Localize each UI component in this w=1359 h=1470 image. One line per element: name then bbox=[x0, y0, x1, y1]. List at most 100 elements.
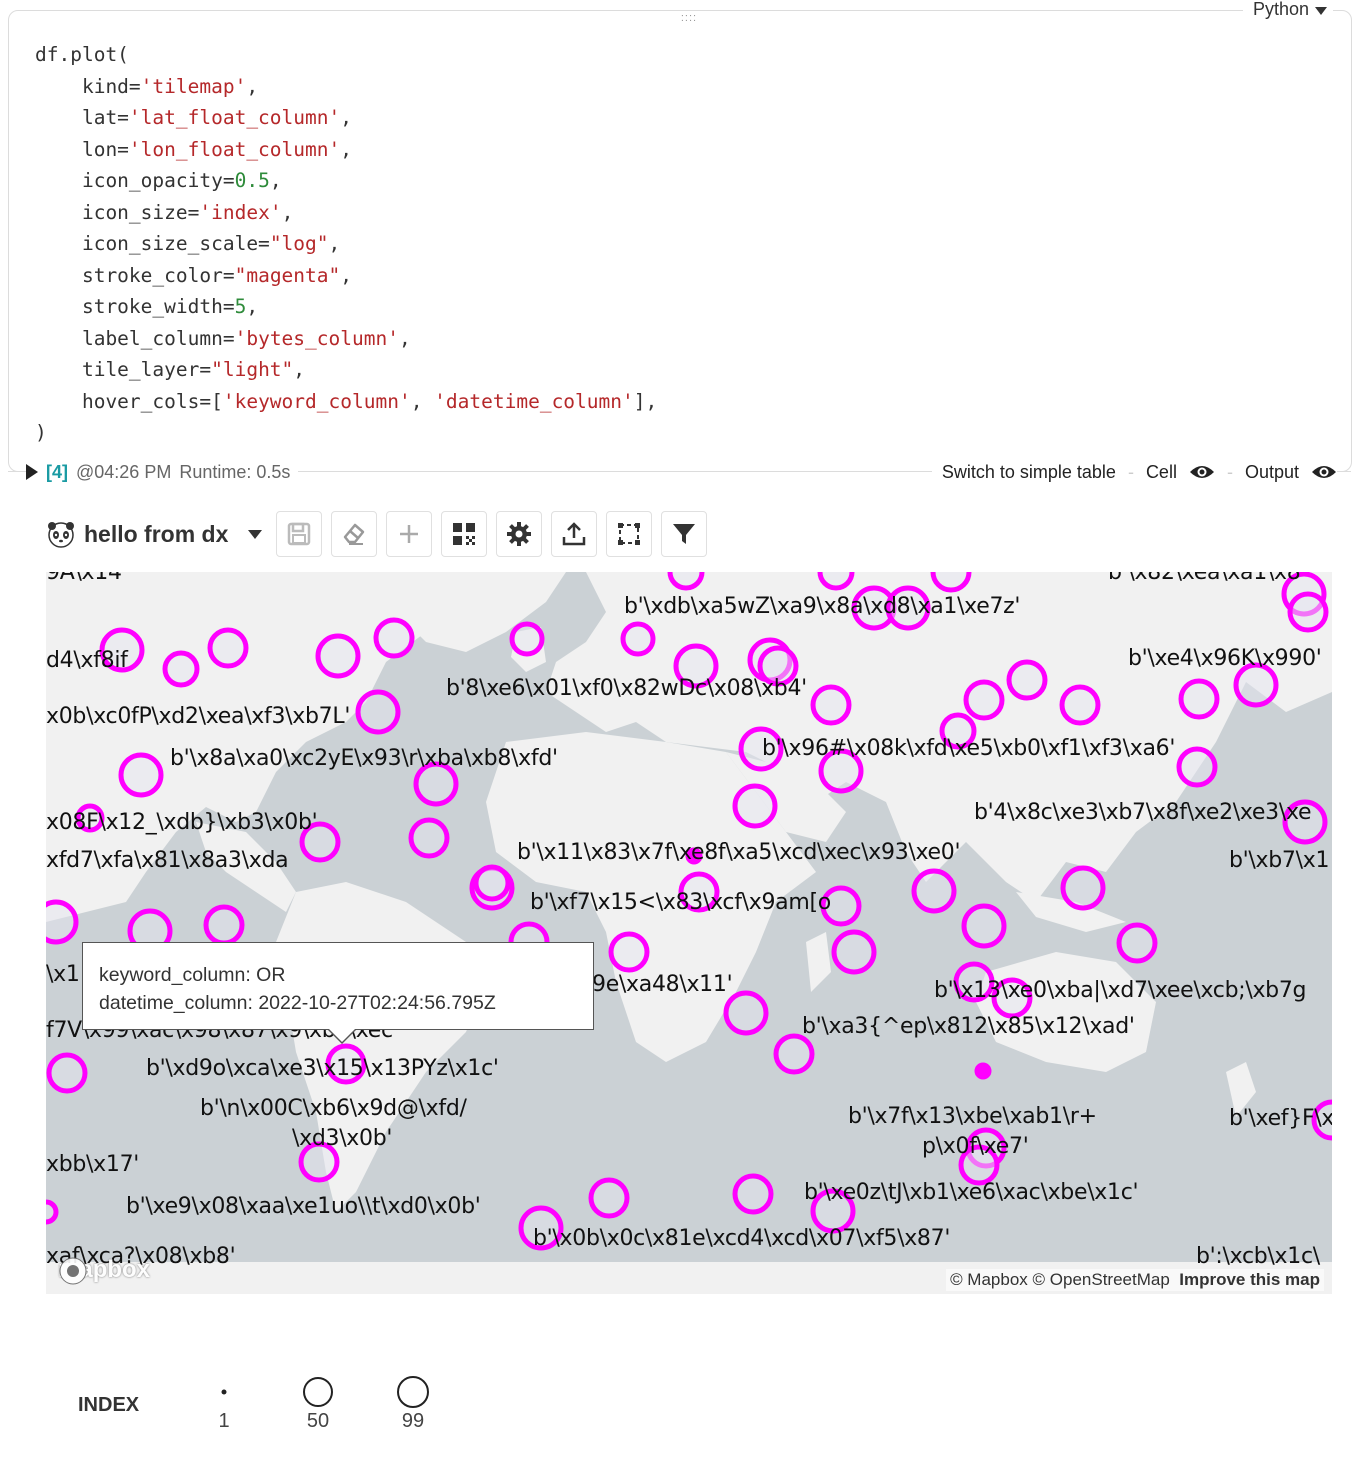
map-label: b'\x13\xe0\xba|\xd7\xee\xcb;\xb7g bbox=[934, 978, 1307, 1003]
run-icon[interactable] bbox=[26, 464, 38, 480]
dataset-selector[interactable]: hello from dx bbox=[46, 519, 263, 549]
layout-button[interactable] bbox=[441, 511, 488, 557]
map-marker[interactable] bbox=[817, 572, 855, 591]
code-line: label_column='bytes_column', bbox=[35, 326, 411, 350]
save-button[interactable] bbox=[276, 511, 323, 557]
mapbox-logo[interactable]: mapbox bbox=[58, 1256, 150, 1285]
map-label: b'\x7f\x13\xbe\xab1\r+ bbox=[848, 1104, 1097, 1129]
legend-dot-icon bbox=[221, 1389, 227, 1395]
map-marker[interactable] bbox=[46, 1052, 88, 1094]
map-marker[interactable] bbox=[588, 1177, 630, 1219]
map-marker[interactable] bbox=[473, 864, 511, 902]
map-marker[interactable] bbox=[961, 903, 1007, 949]
map-label: b'\x82\xea\xa1\x8 bbox=[1108, 572, 1301, 585]
gear-icon bbox=[507, 522, 532, 546]
map-label: b'8\xe6\x01\xf0\x82wDc\x08\xb4' bbox=[446, 676, 807, 701]
tooltip-datetime: datetime_column: 2022-10-27T02:24:56.795… bbox=[99, 992, 496, 1014]
map-marker[interactable] bbox=[355, 689, 401, 735]
map-label: 9e\xa48\x11' bbox=[592, 972, 733, 997]
selection-button[interactable] bbox=[606, 511, 653, 557]
map-marker[interactable] bbox=[207, 627, 249, 669]
code-line: kind='tilemap', bbox=[35, 74, 259, 98]
export-button[interactable] bbox=[551, 511, 598, 557]
map-label: xbb\x17' bbox=[46, 1152, 140, 1177]
cell-visibility-label: Cell bbox=[1145, 461, 1177, 482]
code-line: tile_layer="light", bbox=[35, 358, 306, 381]
code-line: df.plot( bbox=[35, 43, 129, 66]
map-label: b'\x8a\xa0\xc2yE\x93\r\xba\xb8\xfd' bbox=[170, 746, 558, 771]
map-label: b'\xef}F\x bbox=[1229, 1106, 1332, 1131]
map-marker[interactable] bbox=[509, 621, 545, 657]
map-marker[interactable] bbox=[974, 1062, 992, 1080]
code-editor[interactable]: df.plot( kind='tilemap', lat='lat_float_… bbox=[35, 39, 657, 449]
map-marker[interactable] bbox=[1006, 659, 1048, 701]
map-marker[interactable] bbox=[723, 990, 769, 1036]
chevron-down-icon bbox=[1315, 6, 1327, 15]
code-line: lat='lat_float_column', bbox=[35, 106, 352, 129]
map-marker[interactable] bbox=[732, 783, 778, 829]
map-marker[interactable] bbox=[963, 679, 1005, 721]
map-marker[interactable] bbox=[118, 752, 164, 798]
execution-count: [4] bbox=[46, 461, 68, 482]
settings-button[interactable] bbox=[496, 511, 543, 557]
legend-title: INDEX bbox=[78, 1394, 140, 1416]
map-marker[interactable] bbox=[1178, 678, 1220, 720]
language-selector[interactable]: Python bbox=[1242, 0, 1333, 20]
save-icon bbox=[288, 522, 311, 546]
filter-button[interactable] bbox=[661, 511, 708, 557]
map-marker[interactable] bbox=[732, 1173, 774, 1215]
dx-toolbar: hello from dx bbox=[46, 509, 716, 559]
code-line: ) bbox=[35, 421, 47, 444]
map-marker[interactable] bbox=[46, 1199, 59, 1225]
map-marker[interactable] bbox=[911, 868, 957, 914]
code-cell[interactable]: :::: Python df.plot( kind='tilemap', lat… bbox=[8, 0, 1352, 472]
map-marker[interactable] bbox=[46, 899, 79, 945]
map-marker[interactable] bbox=[667, 572, 705, 591]
tilemap[interactable]: 9A\x14 b'\x82\xea\xa1\x8 b'\xdb\xa5wZ\xa9\… bbox=[46, 572, 1332, 1294]
drag-handle-icon[interactable]: :::: bbox=[677, 13, 701, 27]
map-label: b'\xe4\x96K\x990' bbox=[1128, 646, 1322, 671]
map-marker[interactable] bbox=[1059, 684, 1101, 726]
map-marker[interactable] bbox=[373, 617, 415, 659]
code-line: lon='lon_float_column', bbox=[35, 137, 352, 161]
runtime-label: Runtime: 0.5s bbox=[179, 461, 291, 482]
map-label: 9A\x14 bbox=[46, 572, 122, 585]
map-marker[interactable] bbox=[1176, 746, 1218, 788]
map-label: b'\xb7\x1 bbox=[1229, 848, 1330, 873]
map-marker[interactable] bbox=[203, 904, 245, 946]
map-marker[interactable] bbox=[608, 931, 650, 973]
switch-to-simple-table-link[interactable]: Switch to simple table bbox=[942, 462, 1116, 483]
map-label: b'\n\x00C\xb6\x9d@\xfd/ bbox=[200, 1096, 467, 1121]
legend-circle-icon bbox=[303, 1377, 333, 1407]
map-marker[interactable] bbox=[1233, 662, 1279, 708]
size-legend: INDEX 1 50 99 bbox=[78, 1372, 478, 1442]
improve-map-link[interactable]: Improve this map bbox=[1179, 1270, 1320, 1289]
map-label: x0b\xc0fP\xd2\xea\xf3\xb7L' bbox=[46, 704, 351, 729]
map-marker[interactable] bbox=[315, 633, 361, 679]
map-marker[interactable] bbox=[408, 817, 450, 859]
cell-status-bar: [4] @04:26 PM Runtime: 0.5s Switch to si… bbox=[0, 458, 1359, 486]
dataset-title: hello from dx bbox=[84, 520, 229, 547]
add-button[interactable] bbox=[386, 511, 433, 557]
clear-button[interactable] bbox=[331, 511, 378, 557]
upload-icon bbox=[563, 522, 586, 546]
map-label: \xd3\x0b' bbox=[292, 1126, 393, 1151]
map-marker[interactable] bbox=[1287, 591, 1329, 633]
cell-eye-icon[interactable] bbox=[1189, 464, 1215, 480]
map-label: p\x0f\xe7' bbox=[922, 1134, 1029, 1159]
map-marker[interactable] bbox=[930, 572, 972, 593]
map-marker[interactable] bbox=[162, 650, 200, 688]
map-marker[interactable] bbox=[831, 929, 877, 975]
legend-item-large: 99 bbox=[383, 1372, 443, 1432]
tooltip-keyword: keyword_column: OR bbox=[99, 964, 286, 986]
map-label: b'\xd9o\xca\xe3\x15\x13PYz\x1c' bbox=[146, 1056, 499, 1081]
map-marker[interactable] bbox=[1060, 865, 1106, 911]
map-marker[interactable] bbox=[1116, 922, 1158, 964]
map-marker[interactable] bbox=[810, 684, 852, 726]
map-marker[interactable] bbox=[620, 621, 656, 657]
attribution-text[interactable]: © Mapbox © OpenStreetMap bbox=[950, 1270, 1170, 1289]
output-eye-icon[interactable] bbox=[1311, 464, 1337, 480]
code-line: icon_size='index', bbox=[35, 200, 294, 224]
map-marker[interactable] bbox=[773, 1033, 815, 1075]
code-line: hover_cols=['keyword_column', 'datetime_… bbox=[35, 389, 658, 413]
